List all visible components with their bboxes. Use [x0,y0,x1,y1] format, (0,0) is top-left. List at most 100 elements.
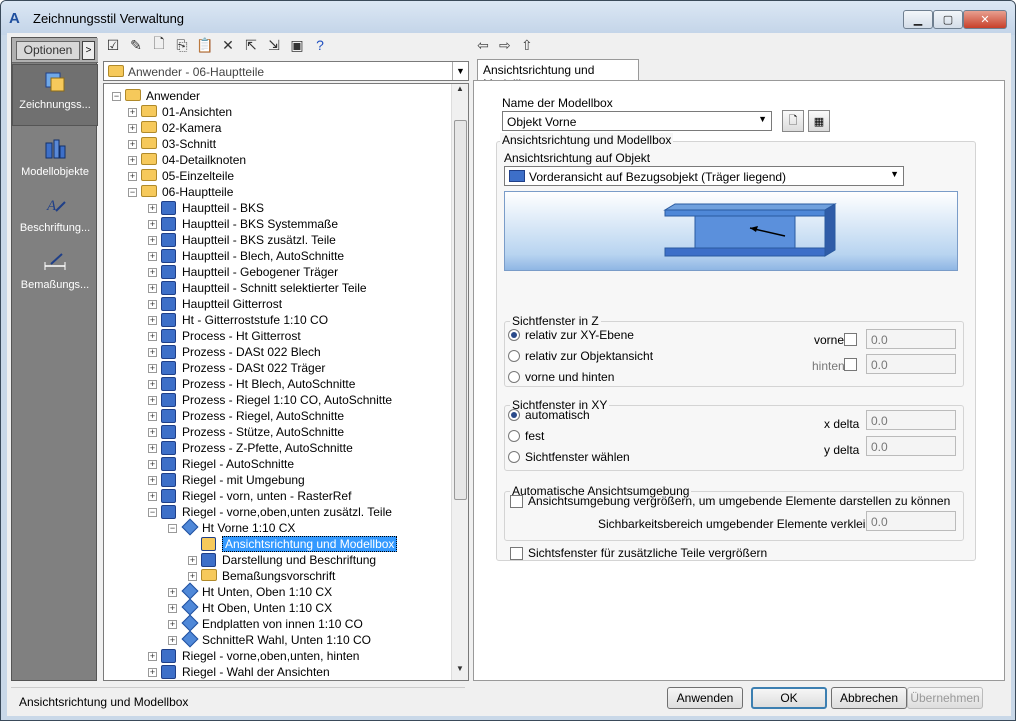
expand-icon[interactable]: + [168,603,177,613]
tree-item[interactable]: +04-Detailknoten [128,152,246,168]
expand-icon[interactable]: + [128,155,137,165]
tree-item[interactable]: + Prozess - DASt 022 Träger [148,360,325,376]
import-icon[interactable]: ⇲ [264,35,284,55]
expand-icon[interactable]: + [148,331,157,341]
help-icon[interactable]: ? [310,35,330,55]
tree-item[interactable]: + Prozess - Z-Pfette, AutoSchnitte [148,440,353,456]
expand-icon[interactable]: + [148,411,157,421]
expand-icon[interactable]: + [128,171,137,181]
collapse-icon[interactable]: − [168,523,177,533]
tree-item[interactable]: + Process - Ht Gitterrost [148,328,301,344]
tree-item[interactable]: + Ht Oben, Unten 1:10 CX [168,598,332,616]
tree-item[interactable]: − Riegel - vorne,oben,unten zusätzl. Teil… [148,504,392,520]
modelbox-select[interactable]: Objekt Vorne ▼ [502,111,772,131]
copy-icon[interactable]: ⎘ [172,35,192,55]
tree-item[interactable]: +02-Kamera [128,120,221,136]
back-checkbox[interactable] [844,358,862,371]
expand-icon[interactable]: + [148,363,157,373]
tree-item[interactable]: − Anwender [112,88,200,104]
tree-item[interactable]: + SchnitteR Wahl, Unten 1:10 CO [168,630,371,648]
expand-icon[interactable]: + [168,587,177,597]
collapse-icon[interactable]: − [128,187,137,197]
tree-item[interactable]: Ansichtsrichtung und Modellbox [188,536,398,552]
modelbox-settings-button[interactable]: ▦ [808,110,830,132]
apply-button[interactable]: Anwenden [667,687,743,709]
close-button[interactable]: ✕ [963,10,1007,29]
tree-item[interactable]: + Ht - Gitterroststufe 1:10 CO [148,312,328,328]
direction-select[interactable]: Vorderansicht auf Bezugsobjekt (Träger l… [504,166,904,186]
collapse-icon[interactable]: − [148,507,157,517]
tree-item[interactable]: + Prozess - DASt 022 Blech [148,344,321,360]
export-icon[interactable]: ⇱ [241,35,261,55]
z-option-front-back[interactable]: vorne und hinten [508,370,614,384]
enlarge-window-checkbox[interactable]: Sichtsfenster für zusätzliche Teile verg… [510,546,767,560]
tree-item[interactable]: + Prozess - Stütze, AutoSchnitte [148,424,344,440]
forward-arrow-icon[interactable]: ⇨ [499,37,521,54]
tree-scrollbar[interactable]: ▲ ▼ [451,84,468,680]
expand-icon[interactable]: + [148,219,157,229]
adopt-button[interactable]: Übernehmen [907,687,983,709]
category-dimension[interactable]: Bemaßungs... [12,245,98,307]
maximize-button[interactable]: ▢ [933,10,963,29]
cancel-button[interactable]: Abbrechen [831,687,907,709]
new-modelbox-button[interactable]: 🗋 [782,110,804,132]
category-drawing-styles[interactable]: Zeichnungss... [12,64,98,126]
expand-icon[interactable]: + [148,235,157,245]
expand-icon[interactable]: + [148,315,157,325]
expand-icon[interactable]: + [188,571,197,581]
front-value-field[interactable]: 0.0 [866,329,956,349]
tree-item[interactable]: − Ht Vorne 1:10 CX [168,518,295,536]
tree-item[interactable]: + Hauptteil - Blech, AutoSchnitte [148,248,344,264]
collapse-icon[interactable]: − [112,91,121,101]
expand-icon[interactable]: + [148,427,157,437]
z-option-relative-object[interactable]: relativ zur Objektansicht [508,349,653,363]
expand-icon[interactable]: + [148,203,157,213]
minimize-button[interactable]: ▁ [903,10,933,29]
back-arrow-icon[interactable]: ⇦ [477,37,499,54]
tree-item[interactable]: − 06-Hauptteile [128,184,233,200]
expand-icon[interactable]: + [128,139,137,149]
tree-item[interactable]: + Riegel - vorne,oben,unten, hinten [148,648,359,664]
tree-item[interactable]: + Riegel - AutoSchnitte [148,456,294,472]
expand-icon[interactable]: + [148,475,157,485]
title-bar[interactable]: A Zeichnungsstil Verwaltung ▁ ▢ ✕ [1,1,1015,35]
expand-icon[interactable]: + [148,395,157,405]
scroll-down-icon[interactable]: ▼ [452,664,468,680]
reduce-visibility-field[interactable]: 0.0 [866,511,956,531]
delete-icon[interactable]: ✕ [218,35,238,55]
tree-item[interactable]: + Prozess - Riegel, AutoSchnitte [148,408,344,424]
expand-icon[interactable]: + [148,283,157,293]
expand-icon[interactable]: + [148,299,157,309]
tree-item[interactable]: + Prozess - Riegel 1:10 CO, AutoSchnitte [148,392,392,408]
expand-icon[interactable]: + [128,123,137,133]
expand-icon[interactable]: + [148,251,157,261]
expand-icon[interactable]: + [148,347,157,357]
up-arrow-icon[interactable]: ⇧ [521,37,543,54]
tree-item[interactable]: + Hauptteil - BKS Systemmaße [148,216,338,232]
edit-style-icon[interactable]: ✎ [126,35,146,55]
tree-item[interactable]: + Hauptteil - BKS [148,200,264,216]
expand-icon[interactable]: + [148,379,157,389]
new-style-icon[interactable]: 🗋 [149,35,169,55]
back-value-field[interactable]: 0.0 [866,354,956,374]
xdelta-field[interactable]: 0.0 [866,410,956,430]
expand-icon[interactable]: + [148,267,157,277]
options-toggle-button[interactable]: > [82,41,95,60]
chevron-down-icon[interactable]: ▼ [452,62,468,80]
expand-icon[interactable]: + [188,555,197,565]
z-option-relative-xy[interactable]: relativ zur XY-Ebene [508,328,634,342]
tree-item[interactable]: +05-Einzelteile [128,168,234,184]
ydelta-field[interactable]: 0.0 [866,436,956,456]
preview-icon[interactable]: ▣ [287,35,307,55]
ok-button[interactable]: OK [751,687,827,709]
tree-item[interactable]: +03-Schnitt [128,136,216,152]
category-annotation[interactable]: A Beschriftung... [12,188,98,250]
front-checkbox[interactable] [844,333,862,346]
scroll-thumb[interactable] [454,120,467,500]
expand-icon[interactable]: + [168,635,177,645]
expand-icon[interactable]: + [128,107,137,117]
tree-item[interactable]: + Riegel - mit Umgebung [148,472,305,488]
tree-item[interactable]: + Prozess - Ht Blech, AutoSchnitte [148,376,355,392]
tree-item[interactable]: + Riegel - Wahl der Ansichten [148,664,330,680]
tree-item[interactable]: + Endplatten von innen 1:10 CO [168,614,363,632]
